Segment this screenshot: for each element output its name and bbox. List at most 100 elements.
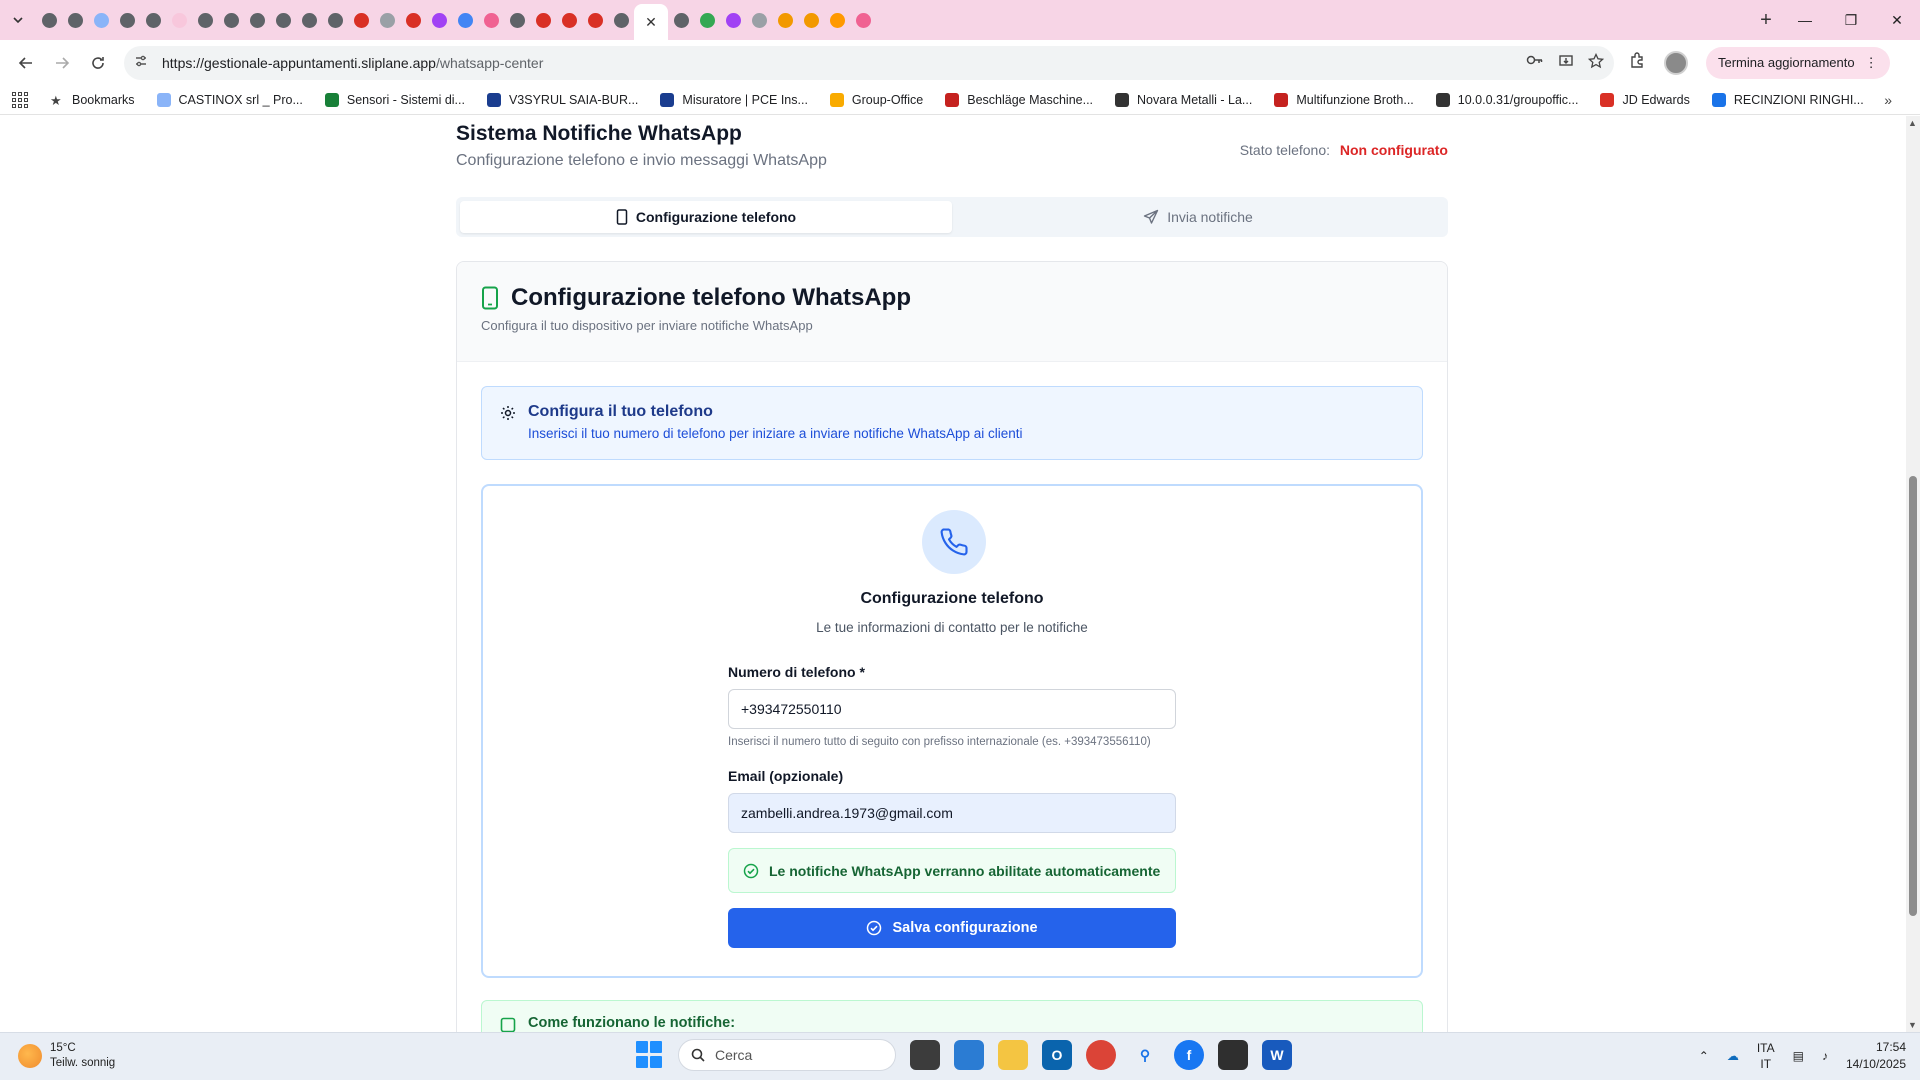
bookmarks-overflow-icon[interactable]: » — [1884, 92, 1892, 108]
bookmark-item[interactable]: CASTINOX srl _ Pro... — [156, 92, 303, 107]
browser-tab[interactable] — [746, 0, 772, 40]
bookmark-item[interactable]: Multifunzione Broth... — [1274, 92, 1414, 107]
browser-tab[interactable] — [582, 0, 608, 40]
browser-tab[interactable] — [556, 0, 582, 40]
browser-tabstrip: ✕ + — ❐ ✕ — [0, 0, 1920, 40]
forward-button[interactable] — [44, 45, 80, 81]
tab-list: ✕ — [36, 0, 1750, 40]
magnifier-icon[interactable]: ⚲ — [1130, 1040, 1160, 1070]
browser-tab[interactable] — [166, 0, 192, 40]
site-info-icon[interactable] — [134, 54, 156, 71]
bookmark-item[interactable]: JD Edwards — [1600, 92, 1690, 107]
back-button[interactable] — [8, 45, 44, 81]
bookmark-star-icon[interactable] — [1587, 52, 1605, 73]
file-explorer-icon[interactable] — [998, 1040, 1028, 1070]
clock[interactable]: 17:54 14/10/2025 — [1846, 1039, 1906, 1073]
browser-tab[interactable] — [668, 0, 694, 40]
phone-help-text: Inserisci il numero tutto di seguito con… — [728, 736, 1151, 748]
browser-tab[interactable] — [62, 0, 88, 40]
scroll-down-icon[interactable]: ▼ — [1908, 1020, 1917, 1030]
taskbar-search[interactable]: Cerca — [678, 1039, 896, 1071]
weather-widget[interactable]: 15°C Teilw. sonnig — [18, 1041, 115, 1071]
volume-icon[interactable]: ♪ — [1822, 1049, 1828, 1063]
scroll-up-icon[interactable]: ▲ — [1908, 118, 1917, 128]
minimize-button[interactable]: — — [1782, 0, 1828, 40]
browser-tab[interactable] — [322, 0, 348, 40]
bookmark-item[interactable]: ★ Bookmarks — [50, 93, 135, 108]
bookmark-item[interactable]: Beschläge Maschine... — [945, 92, 1093, 107]
profile-avatar[interactable] — [1664, 50, 1688, 75]
bookmark-item[interactable]: Sensori - Sistemi di... — [324, 92, 465, 107]
browser-tab[interactable] — [218, 0, 244, 40]
store-icon[interactable] — [1218, 1040, 1248, 1070]
network-icon[interactable]: ▤ — [1793, 1049, 1804, 1063]
browser-tab[interactable] — [140, 0, 166, 40]
tray-overflow-icon[interactable]: ⌃ — [1699, 1049, 1709, 1063]
browser-tab[interactable] — [694, 0, 720, 40]
address-bar[interactable]: https://gestionale-appuntamenti.sliplane… — [124, 45, 1614, 80]
browser-tab[interactable] — [720, 0, 746, 40]
task-view-icon[interactable] — [910, 1040, 940, 1070]
url-path: /whatsapp-center — [435, 54, 544, 71]
browser-tab[interactable] — [114, 0, 140, 40]
arrow-left-icon — [18, 56, 32, 69]
password-key-icon[interactable] — [1526, 53, 1544, 73]
browser-tab[interactable] — [400, 0, 426, 40]
browser-tab[interactable] — [88, 0, 114, 40]
browser-tab[interactable] — [608, 0, 634, 40]
bookmark-item[interactable]: 10.0.0.31/groupoffic... — [1435, 92, 1578, 107]
close-tab-icon[interactable]: ✕ — [645, 14, 657, 31]
page-scrollbar[interactable]: ▲ ▼ — [1906, 116, 1920, 1032]
teams-icon[interactable] — [954, 1040, 984, 1070]
install-app-icon[interactable] — [1558, 53, 1574, 73]
browser-tab[interactable] — [772, 0, 798, 40]
facebook-icon[interactable]: f — [1174, 1040, 1204, 1070]
update-button-label: Termina aggiornamento — [1718, 55, 1855, 70]
configure-info-box: Configura il tuo telefono Inserisci il t… — [481, 386, 1423, 460]
browser-tab[interactable] — [270, 0, 296, 40]
update-button[interactable]: Termina aggiornamento ⋮ — [1706, 46, 1890, 79]
browser-tab[interactable] — [824, 0, 850, 40]
bookmark-item[interactable]: V3SYRUL SAIA-BUR... — [486, 92, 638, 107]
browser-tab[interactable] — [426, 0, 452, 40]
tab-search-button[interactable] — [0, 0, 36, 40]
bookmark-item[interactable]: Group-Office — [829, 92, 923, 107]
phone-input[interactable] — [728, 689, 1176, 729]
browser-tab[interactable] — [36, 0, 62, 40]
browser-tab[interactable] — [530, 0, 556, 40]
browser-tab[interactable] — [348, 0, 374, 40]
tab-invia-notifiche[interactable]: Invia notifiche — [952, 201, 1444, 233]
extensions-icon[interactable] — [1628, 51, 1646, 74]
browser-tab[interactable] — [452, 0, 478, 40]
browser-tab[interactable] — [478, 0, 504, 40]
tab-configurazione-telefono[interactable]: Configurazione telefono — [460, 201, 952, 233]
browser-tab[interactable] — [296, 0, 322, 40]
language-indicator[interactable]: ITA IT — [1757, 1040, 1775, 1072]
email-input[interactable] — [728, 793, 1176, 833]
close-window-button[interactable]: ✕ — [1874, 0, 1920, 40]
browser-tab[interactable] — [244, 0, 270, 40]
apps-grid-icon[interactable] — [12, 91, 28, 108]
browser-tab[interactable] — [374, 0, 400, 40]
tab-favicon-icon — [431, 12, 447, 28]
browser-tab[interactable] — [798, 0, 824, 40]
scrollbar-thumb[interactable] — [1909, 476, 1917, 916]
bookmark-item[interactable]: Novara Metalli - La... — [1115, 92, 1252, 107]
word-icon[interactable]: W — [1262, 1040, 1292, 1070]
reload-button[interactable] — [80, 45, 116, 81]
bookmark-item[interactable]: RECINZIONI RINGHI... — [1711, 92, 1864, 107]
browser-tab[interactable] — [504, 0, 530, 40]
outlook-icon[interactable]: O — [1042, 1040, 1072, 1070]
chrome-icon[interactable] — [1086, 1040, 1116, 1070]
phone-status: Stato telefono: Non configurato — [1240, 142, 1448, 158]
windows-start-icon[interactable] — [636, 1041, 664, 1069]
browser-tab[interactable] — [192, 0, 218, 40]
new-tab-button[interactable]: + — [1750, 9, 1782, 32]
onedrive-icon[interactable]: ☁ — [1727, 1049, 1739, 1063]
browser-tab[interactable] — [850, 0, 876, 40]
save-config-button[interactable]: Salva configurazione — [728, 908, 1176, 948]
active-tab[interactable]: ✕ — [634, 4, 668, 40]
more-vertical-icon: ⋮ — [1864, 54, 1878, 70]
restore-button[interactable]: ❐ — [1828, 0, 1874, 40]
bookmark-item[interactable]: Misuratore | PCE Ins... — [660, 92, 808, 107]
